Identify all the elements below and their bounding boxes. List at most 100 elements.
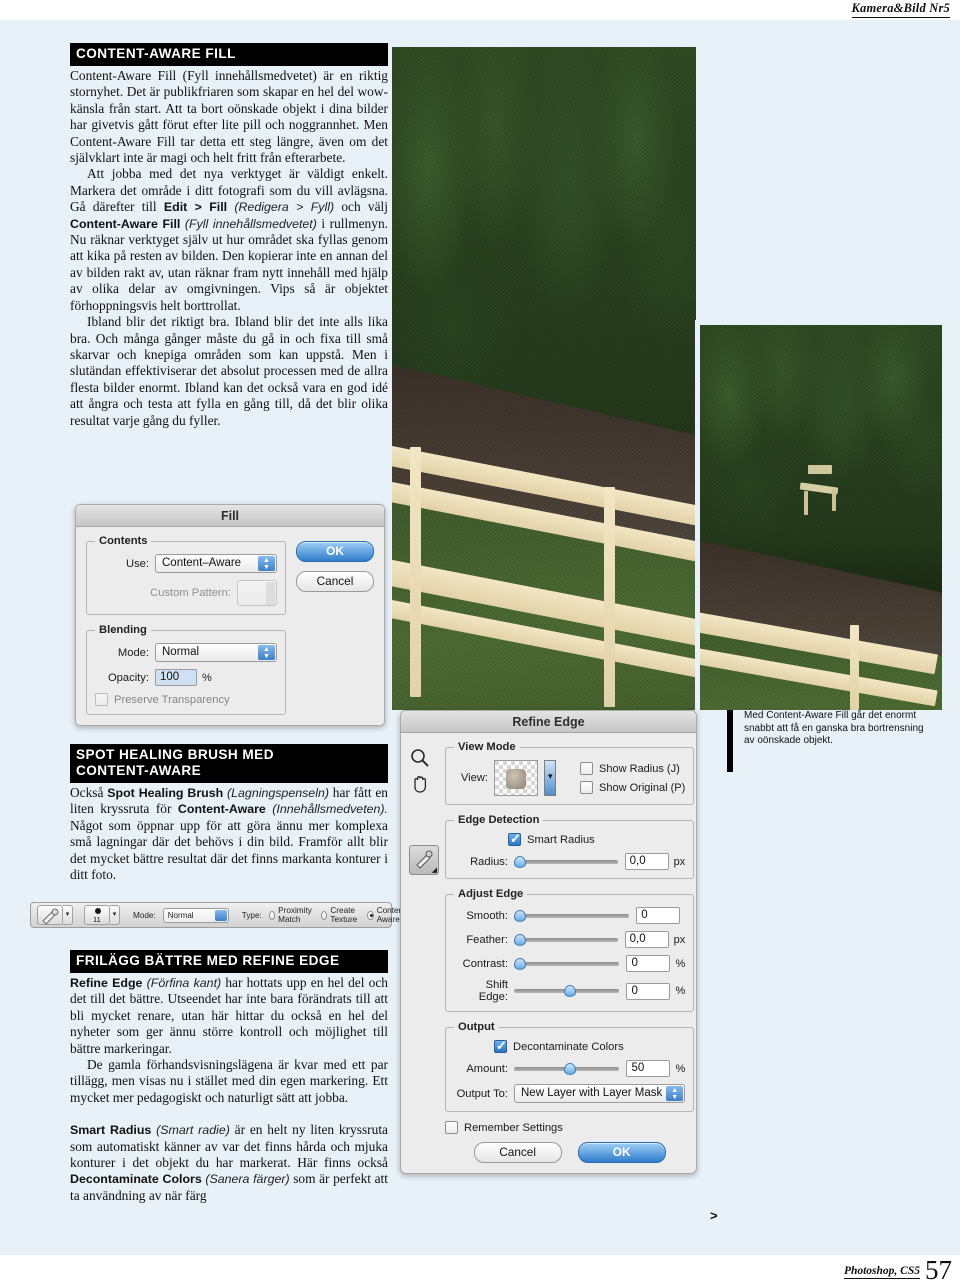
decontaminate-colors-checkbox[interactable] [494, 1038, 507, 1054]
refine-edge-ok-button[interactable]: OK [577, 1142, 666, 1163]
footer-label: Photoshop, CS5 [843, 1265, 920, 1279]
smooth-slider[interactable] [514, 909, 630, 922]
decontaminate-colors-row[interactable]: Decontaminate Colors [454, 1038, 685, 1054]
refine-edge-cancel-button[interactable]: Cancel [473, 1142, 562, 1163]
paragraph-caf-3: Ibland blir det riktigt bra. Ibland blir… [70, 314, 388, 428]
contrast-label: Contrast: [462, 957, 508, 970]
mode-dropdown-value: Normal [162, 646, 200, 658]
amount-row: Amount: 50 % [454, 1060, 685, 1077]
bench-leg-right [604, 487, 615, 707]
amount-slider[interactable] [514, 1062, 620, 1075]
heading-line-2: CONTENT-AWARE [76, 763, 202, 778]
inset-distant-bench-leg2 [832, 489, 836, 511]
smooth-slider-knob[interactable] [514, 909, 526, 922]
fill-cancel-button[interactable]: Cancel [296, 571, 374, 592]
spot-healing-brush-option-bar[interactable]: ▾ 11 ▾ Mode: Normal Type: Proximity Matc… [30, 902, 408, 928]
section-spot-healing-brush: SPOT HEALING BRUSH MED CONTENT-AWARE Ock… [70, 744, 388, 883]
show-original-label: Show Original (P) [599, 781, 686, 794]
radius-input[interactable]: 0,0 [624, 853, 669, 870]
heading-line-1: SPOT HEALING BRUSH MED [76, 747, 274, 762]
brush-preset-chevron-icon[interactable]: ▾ [110, 905, 120, 925]
tool-preset-chevron-icon[interactable]: ▾ [63, 905, 73, 925]
refine-brush-icon[interactable]: ◢ [409, 845, 439, 875]
shift-edge-input[interactable]: 0 [626, 982, 671, 1000]
custom-pattern-label: Custom Pattern: [150, 587, 231, 599]
brush-size-preview[interactable]: 11 [84, 905, 110, 925]
show-original-row[interactable]: Show Original (P) [580, 781, 685, 794]
contrast-input[interactable]: 0 [626, 955, 671, 972]
view-label: View: [460, 772, 488, 784]
output-to-row: Output To: New Layer with Layer Mask ▲ ▼ [454, 1084, 686, 1103]
refine-edge-button-row: Cancel OK [445, 1142, 694, 1165]
radius-slider[interactable] [514, 855, 618, 868]
tool-preset-segment[interactable]: ▾ [37, 905, 73, 925]
term-refine-edge-sv: (Förfina kant) [146, 976, 222, 990]
feather-slider-knob[interactable] [514, 933, 526, 946]
show-original-checkbox[interactable] [580, 781, 594, 794]
type-option-create-texture[interactable]: Create Texture [321, 906, 360, 924]
shift-edge-slider-knob[interactable] [563, 985, 576, 997]
use-dropdown[interactable]: Content–Aware ▲ ▼ [155, 554, 277, 573]
view-thumbnail[interactable] [494, 760, 538, 796]
amount-input[interactable]: 50 [626, 1060, 671, 1077]
opacity-unit: % [202, 671, 212, 684]
fill-dialog[interactable]: Fill Contents Use: Content–Aware ▲ ▼ Cust… [75, 504, 385, 726]
radius-slider-knob[interactable] [514, 855, 526, 868]
magnifier-icon[interactable] [409, 747, 439, 773]
view-thumbnail-subject [506, 769, 526, 789]
refine-edge-dialog[interactable]: Refine Edge ◢ View Mode View: ▾ Show Rad… [400, 710, 697, 1174]
amount-label: Amount: [466, 1062, 508, 1075]
brush-dot-icon [95, 908, 101, 914]
contents-group: Contents Use: Content–Aware ▲ ▼ Custom Pa… [86, 535, 286, 615]
fill-ok-button[interactable]: OK [296, 541, 374, 562]
contrast-slider[interactable] [514, 957, 620, 970]
remember-settings-row[interactable]: Remember Settings [445, 1121, 694, 1134]
opacity-input[interactable]: 100 [155, 669, 197, 686]
brush-preset-segment[interactable]: 11 ▾ [84, 905, 120, 925]
hand-icon[interactable] [409, 773, 439, 801]
contrast-slider-knob[interactable] [514, 957, 526, 970]
pattern-chevron-icon [266, 582, 275, 605]
refine-edge-tool-strip[interactable]: ◢ [409, 741, 439, 1165]
refine-edge-dialog-title: Refine Edge [401, 711, 696, 733]
pointer-marker: > [710, 1208, 718, 1223]
healing-brush-tool-icon[interactable] [37, 905, 63, 925]
contrast-row: Contrast: 0 % [454, 955, 685, 972]
radio-content-aware-icon[interactable] [367, 910, 374, 920]
smart-radius-checkbox[interactable] [508, 831, 521, 847]
optionbar-mode-dropdown[interactable]: Normal [162, 907, 229, 923]
remember-settings-label: Remember Settings [464, 1121, 563, 1134]
remember-settings-checkbox[interactable] [445, 1121, 458, 1134]
smooth-input[interactable]: 0 [636, 907, 681, 924]
output-to-dropdown[interactable]: New Layer with Layer Mask ▲ ▼ [514, 1084, 686, 1103]
mode-dropdown[interactable]: Normal ▲ ▼ [155, 643, 277, 662]
show-radius-checkbox[interactable] [580, 762, 594, 775]
optionbar-mode-value: Normal [167, 910, 194, 920]
radio-proximity-match-icon[interactable] [268, 910, 276, 920]
output-group: Output Decontaminate Colors Amount: 50 %… [445, 1021, 695, 1112]
radio-create-texture-icon[interactable] [321, 910, 328, 920]
shift-edge-slider[interactable] [514, 985, 620, 997]
term-spot-healing-brush: Spot Healing Brush [107, 786, 224, 800]
show-radius-row[interactable]: Show Radius (J) [580, 762, 685, 775]
optionbar-mode-label: Mode: [133, 910, 156, 920]
paragraph-caf-2: Att jobba med det nya verktyget är väldi… [70, 166, 389, 313]
feather-slider-track [514, 937, 618, 942]
blending-group: Blending Mode: Normal ▲▼ Opacity: 100 % [86, 624, 286, 715]
preserve-transparency-checkbox[interactable] [95, 693, 108, 706]
photo-original-inset [700, 325, 942, 710]
preserve-transparency-row[interactable]: Preserve Transparency [95, 693, 277, 706]
view-mode-picker[interactable]: ▾ [544, 760, 556, 796]
term-refine-edge: Refine Edge [70, 976, 143, 990]
feather-input[interactable]: 0,0 [624, 931, 669, 948]
edge-detection-group-label: Edge Detection [458, 814, 540, 826]
smart-radius-row[interactable]: Smart Radius [454, 831, 685, 847]
type-option-proximity-match[interactable]: Proximity Match [268, 906, 315, 924]
mode-label: Mode: [117, 646, 149, 659]
refine-edge-dialog-body: ◢ View Mode View: ▾ Show Radius (J) Show… [401, 733, 696, 1173]
page-footer: Photoshop, CS5 57 [843, 1256, 952, 1283]
amount-slider-knob[interactable] [563, 1062, 576, 1075]
paragraph-shb: Också Spot Healing Brush (Lagningspensel… [70, 785, 388, 883]
feather-slider[interactable] [514, 933, 618, 946]
view-mode-group: View Mode View: ▾ Show Radius (J) Show O… [445, 741, 695, 805]
